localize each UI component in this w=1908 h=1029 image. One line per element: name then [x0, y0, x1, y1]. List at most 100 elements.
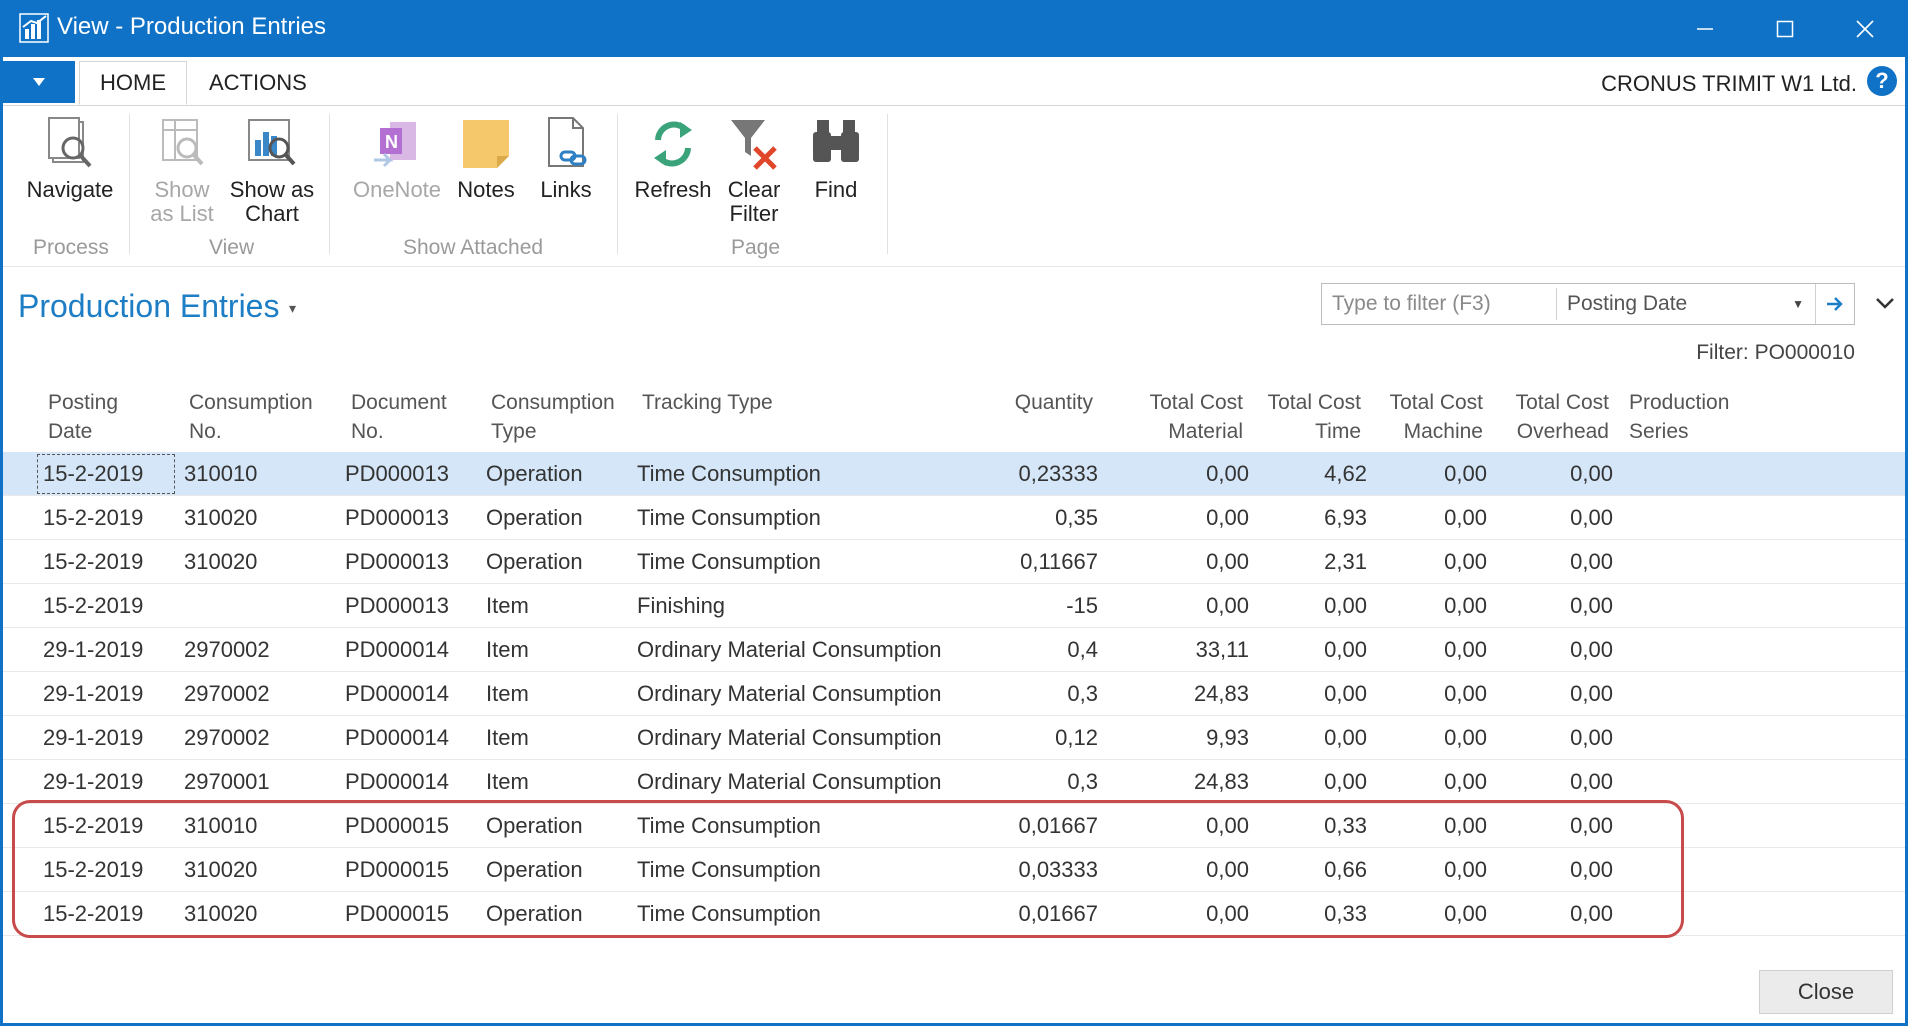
column-header-total-cost-overhead[interactable]: Total Cost Overhead	[1493, 388, 1609, 446]
cell-total-cost-material[interactable]: 0,00	[1103, 540, 1249, 584]
cell-tracking-type[interactable]: Ordinary Material Consumption	[637, 760, 957, 804]
cell-tracking-type[interactable]: Finishing	[637, 584, 957, 628]
cell-posting-date[interactable]: 29-1-2019	[43, 672, 173, 716]
cell-total-cost-overhead[interactable]: 0,00	[1493, 848, 1613, 892]
cell-total-cost-machine[interactable]: 0,00	[1373, 716, 1487, 760]
cell-total-cost-time[interactable]: 0,00	[1253, 760, 1367, 804]
cell-quantity[interactable]: 0,3	[953, 760, 1098, 804]
table-row[interactable]: 15-2-2019 310020 PD000013 Operation Time Con…	[3, 496, 1905, 540]
table-row[interactable]: 29-1-2019 2970002 PD000014 Item Ordinary Mat…	[3, 716, 1905, 760]
cell-posting-date[interactable]: 15-2-2019	[43, 892, 173, 936]
cell-total-cost-machine[interactable]: 0,00	[1373, 804, 1487, 848]
find-button[interactable]: Find	[803, 116, 869, 202]
cell-total-cost-time[interactable]: 0,00	[1253, 672, 1367, 716]
cell-tracking-type[interactable]: Time Consumption	[637, 892, 957, 936]
cell-consumption-type[interactable]: Item	[486, 760, 626, 804]
cell-production-series[interactable]	[1629, 892, 1779, 936]
clear-filter-button[interactable]: Clear Filter	[721, 116, 787, 226]
navigate-button[interactable]: Navigate	[23, 116, 117, 202]
cell-consumption-type[interactable]: Operation	[486, 848, 626, 892]
column-header-production-series[interactable]: Production Series	[1629, 388, 1729, 446]
cell-total-cost-overhead[interactable]: 0,00	[1493, 716, 1613, 760]
help-icon[interactable]: ?	[1867, 66, 1897, 96]
column-header-total-cost-time[interactable]: Total Cost Time	[1243, 388, 1361, 446]
cell-tracking-type[interactable]: Time Consumption	[637, 540, 957, 584]
onenote-button[interactable]: N OneNote	[349, 116, 445, 202]
cell-production-series[interactable]	[1629, 628, 1779, 672]
cell-total-cost-machine[interactable]: 0,00	[1373, 496, 1487, 540]
cell-total-cost-material[interactable]: 24,83	[1103, 672, 1249, 716]
cell-production-series[interactable]	[1629, 804, 1779, 848]
cell-total-cost-overhead[interactable]: 0,00	[1493, 892, 1613, 936]
cell-total-cost-material[interactable]: 0,00	[1103, 452, 1249, 496]
page-title[interactable]: Production Entries	[18, 288, 279, 325]
cell-posting-date[interactable]: 15-2-2019	[43, 584, 173, 628]
cell-quantity[interactable]: 0,3	[953, 672, 1098, 716]
cell-posting-date[interactable]: 15-2-2019	[43, 496, 173, 540]
cell-consumption-no[interactable]: 310010	[184, 452, 334, 496]
cell-consumption-type[interactable]: Operation	[486, 540, 626, 584]
table-row[interactable]: 29-1-2019 2970002 PD000014 Item Ordinary Mat…	[3, 672, 1905, 716]
cell-production-series[interactable]	[1629, 672, 1779, 716]
table-row[interactable]: 15-2-2019 310020 PD000015 Operation Time Con…	[3, 848, 1905, 892]
app-menu-button[interactable]	[3, 61, 75, 103]
cell-production-series[interactable]	[1629, 496, 1779, 540]
cell-document-no[interactable]: PD000013	[345, 496, 485, 540]
cell-total-cost-time[interactable]: 0,00	[1253, 628, 1367, 672]
cell-posting-date[interactable]: 15-2-2019	[43, 804, 173, 848]
column-header-total-cost-machine[interactable]: Total Cost Machine	[1363, 388, 1483, 446]
cell-tracking-type[interactable]: Time Consumption	[637, 452, 957, 496]
cell-total-cost-material[interactable]: 0,00	[1103, 584, 1249, 628]
cell-quantity[interactable]: -15	[953, 584, 1098, 628]
cell-production-series[interactable]	[1629, 716, 1779, 760]
cell-total-cost-machine[interactable]: 0,00	[1373, 848, 1487, 892]
cell-quantity[interactable]: 0,35	[953, 496, 1098, 540]
cell-consumption-no[interactable]: 2970002	[184, 716, 334, 760]
cell-tracking-type[interactable]: Time Consumption	[637, 804, 957, 848]
refresh-button[interactable]: Refresh	[633, 116, 713, 202]
filter-go-button[interactable]	[1815, 284, 1854, 324]
table-row[interactable]: 29-1-2019 2970001 PD000014 Item Ordinary Mat…	[3, 760, 1905, 804]
cell-total-cost-overhead[interactable]: 0,00	[1493, 760, 1613, 804]
column-header-consumption-no[interactable]: Consumption No.	[189, 388, 313, 446]
cell-total-cost-time[interactable]: 2,31	[1253, 540, 1367, 584]
collapse-chevron-icon[interactable]	[1875, 296, 1895, 310]
cell-consumption-type[interactable]: Item	[486, 716, 626, 760]
cell-consumption-type[interactable]: Operation	[486, 892, 626, 936]
cell-total-cost-overhead[interactable]: 0,00	[1493, 496, 1613, 540]
cell-total-cost-overhead[interactable]: 0,00	[1493, 672, 1613, 716]
filter-field-select[interactable]: Posting Date ▼	[1556, 288, 1818, 320]
show-as-list-button[interactable]: Show as List	[147, 116, 217, 226]
cell-quantity[interactable]: 0,11667	[953, 540, 1098, 584]
cell-consumption-type[interactable]: Operation	[486, 804, 626, 848]
cell-consumption-type[interactable]: Item	[486, 584, 626, 628]
cell-consumption-no[interactable]: 2970001	[184, 760, 334, 804]
links-button[interactable]: Links	[533, 116, 599, 202]
cell-consumption-no[interactable]	[184, 584, 334, 628]
cell-total-cost-machine[interactable]: 0,00	[1373, 892, 1487, 936]
cell-document-no[interactable]: PD000015	[345, 804, 485, 848]
cell-total-cost-time[interactable]: 0,00	[1253, 584, 1367, 628]
table-row[interactable]: 15-2-2019 310010 PD000015 Operation Time Con…	[3, 804, 1905, 848]
cell-quantity[interactable]: 0,4	[953, 628, 1098, 672]
cell-document-no[interactable]: PD000013	[345, 584, 485, 628]
cell-total-cost-material[interactable]: 0,00	[1103, 848, 1249, 892]
cell-document-no[interactable]: PD000015	[345, 892, 485, 936]
cell-consumption-type[interactable]: Item	[486, 628, 626, 672]
cell-production-series[interactable]	[1629, 452, 1779, 496]
cell-consumption-type[interactable]: Operation	[486, 496, 626, 540]
cell-total-cost-material[interactable]: 9,93	[1103, 716, 1249, 760]
cell-posting-date[interactable]: 15-2-2019	[43, 540, 173, 584]
cell-consumption-no[interactable]: 2970002	[184, 672, 334, 716]
cell-tracking-type[interactable]: Time Consumption	[637, 496, 957, 540]
cell-total-cost-time[interactable]: 4,62	[1253, 452, 1367, 496]
cell-posting-date[interactable]: 15-2-2019	[43, 452, 173, 496]
column-header-quantity[interactable]: Quantity	[953, 388, 1093, 417]
cell-quantity[interactable]: 0,23333	[953, 452, 1098, 496]
cell-total-cost-machine[interactable]: 0,00	[1373, 452, 1487, 496]
cell-tracking-type[interactable]: Ordinary Material Consumption	[637, 628, 957, 672]
cell-posting-date[interactable]: 15-2-2019	[43, 848, 173, 892]
cell-tracking-type[interactable]: Ordinary Material Consumption	[637, 716, 957, 760]
cell-total-cost-overhead[interactable]: 0,00	[1493, 804, 1613, 848]
cell-document-no[interactable]: PD000015	[345, 848, 485, 892]
